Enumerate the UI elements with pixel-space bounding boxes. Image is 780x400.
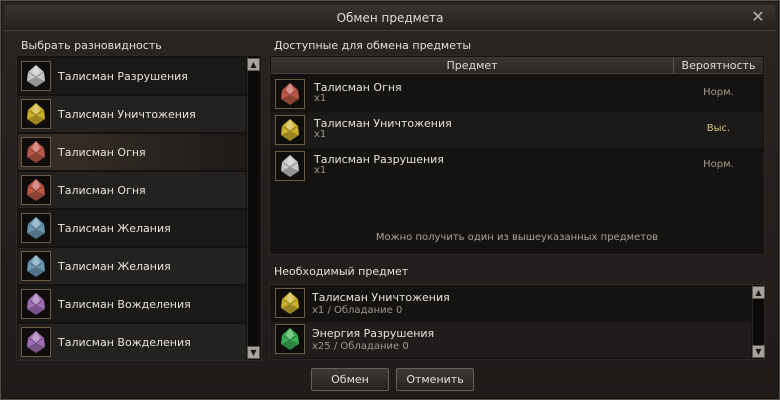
item-quantity: x1 / Обладание 0: [312, 305, 403, 316]
item-name: Энергия Разрушения: [312, 327, 435, 340]
variant-label: Талисман Вожделения: [58, 298, 191, 311]
scroll-down-icon[interactable]: ▼: [247, 346, 260, 359]
purple-crystal-icon: [27, 331, 45, 353]
purple-crystal-icon: [27, 293, 45, 315]
white-crystal-icon: [27, 65, 45, 87]
variant-label: Талисман Разрушения: [58, 70, 188, 83]
exchange-note: Можно получить один из вышеуказанных пре…: [375, 232, 659, 243]
variant-item-5[interactable]: Талисман Желания: [18, 248, 246, 284]
item-quantity: x1: [314, 129, 327, 140]
item-name: Талисман Уничтожения: [314, 117, 452, 130]
blue-crystal-icon: [27, 255, 45, 277]
white-crystal-icon: [281, 155, 299, 177]
item-name: Талисман Разрушения: [314, 153, 444, 166]
item-slot: [275, 151, 305, 181]
yellow-crystal-icon: [27, 103, 45, 125]
item-quantity: x1: [314, 165, 327, 176]
item-slot: [21, 61, 51, 91]
item-slot: [21, 289, 51, 319]
table-row[interactable]: Талисман Огня x1 Норм.: [271, 76, 763, 112]
yellow-crystal-icon: [281, 292, 299, 314]
item-probability: Норм.: [703, 159, 734, 170]
item-probability: Выс.: [706, 123, 731, 134]
title-bar: Обмен предмета ✕: [5, 5, 775, 31]
item-slot: [21, 251, 51, 281]
variant-label: Талисман Желания: [58, 222, 171, 235]
variant-item-1[interactable]: Талисман Уничтожения: [18, 96, 246, 132]
variant-label: Талисман Вожделения: [58, 336, 191, 349]
item-slot: [275, 79, 305, 109]
scroll-up-icon[interactable]: ▲: [752, 286, 765, 299]
variant-item-7[interactable]: Талисман Вожделения: [18, 324, 246, 360]
scroll-up-icon[interactable]: ▲: [247, 58, 260, 71]
exchange-window: Обмен предмета ✕ Выбрать разновидность Т…: [0, 0, 780, 400]
red-crystal-icon: [27, 141, 45, 163]
window-title: Обмен предмета: [336, 11, 444, 25]
variant-label: Талисман Уничтожения: [58, 108, 196, 121]
item-slot: [21, 327, 51, 357]
item-slot: [21, 137, 51, 167]
left-scrollbar[interactable]: [247, 56, 259, 360]
item-slot: [21, 175, 51, 205]
list-item[interactable]: Талисман Уничтожения x1 / Обладание 0: [271, 286, 751, 322]
item-name: Талисман Огня: [314, 81, 402, 94]
item-slot: [21, 99, 51, 129]
cancel-button[interactable]: Отменить: [396, 368, 474, 391]
item-quantity: x1: [314, 93, 327, 104]
item-quantity: x25 / Обладание 0: [312, 341, 409, 352]
close-icon[interactable]: ✕: [749, 8, 767, 26]
list-item[interactable]: Энергия Разрушения x25 / Обладание 0: [271, 322, 751, 358]
red-crystal-icon: [281, 83, 299, 105]
column-header-probability: Вероятность: [681, 59, 756, 72]
item-slot: [275, 115, 305, 145]
variant-item-6[interactable]: Талисман Вожделения: [18, 286, 246, 322]
yellow-crystal-icon: [281, 119, 299, 141]
red-crystal-icon: [27, 179, 45, 201]
variant-label: Талисман Огня: [58, 146, 146, 159]
variant-label: Талисман Огня: [58, 184, 146, 197]
item-name: Талисман Уничтожения: [312, 291, 450, 304]
item-slot: [21, 213, 51, 243]
scroll-down-icon[interactable]: ▼: [752, 345, 765, 358]
available-table: Предмет Вероятность Талисман Огня x1 Нор…: [269, 55, 765, 255]
variant-list: Талисман Разрушения Талисман Уничтожения…: [16, 55, 262, 361]
item-probability: Норм.: [703, 87, 734, 98]
variant-label: Талисман Желания: [58, 260, 171, 273]
blue-crystal-icon: [27, 217, 45, 239]
left-heading: Выбрать разновидность: [21, 39, 162, 52]
column-header-item: Предмет: [446, 59, 498, 72]
available-heading: Доступные для обмена предметы: [274, 39, 472, 52]
item-slot: [275, 288, 305, 318]
variant-item-0[interactable]: Талисман Разрушения: [18, 58, 246, 94]
required-heading: Необходимый предмет: [274, 265, 409, 278]
item-slot: [275, 324, 305, 354]
table-row[interactable]: Талисман Разрушения x1 Норм.: [271, 148, 763, 184]
variant-item-2[interactable]: Талисман Огня: [18, 134, 246, 170]
table-header: Предмет Вероятность: [271, 57, 763, 74]
table-row[interactable]: Талисман Уничтожения x1 Выс.: [271, 112, 763, 148]
exchange-button[interactable]: Обмен: [311, 368, 389, 391]
variant-item-4[interactable]: Талисман Желания: [18, 210, 246, 246]
green-energy-icon: [281, 328, 299, 350]
variant-item-3[interactable]: Талисман Огня: [18, 172, 246, 208]
required-list: Талисман Уничтожения x1 / Обладание 0 Эн…: [269, 284, 765, 360]
